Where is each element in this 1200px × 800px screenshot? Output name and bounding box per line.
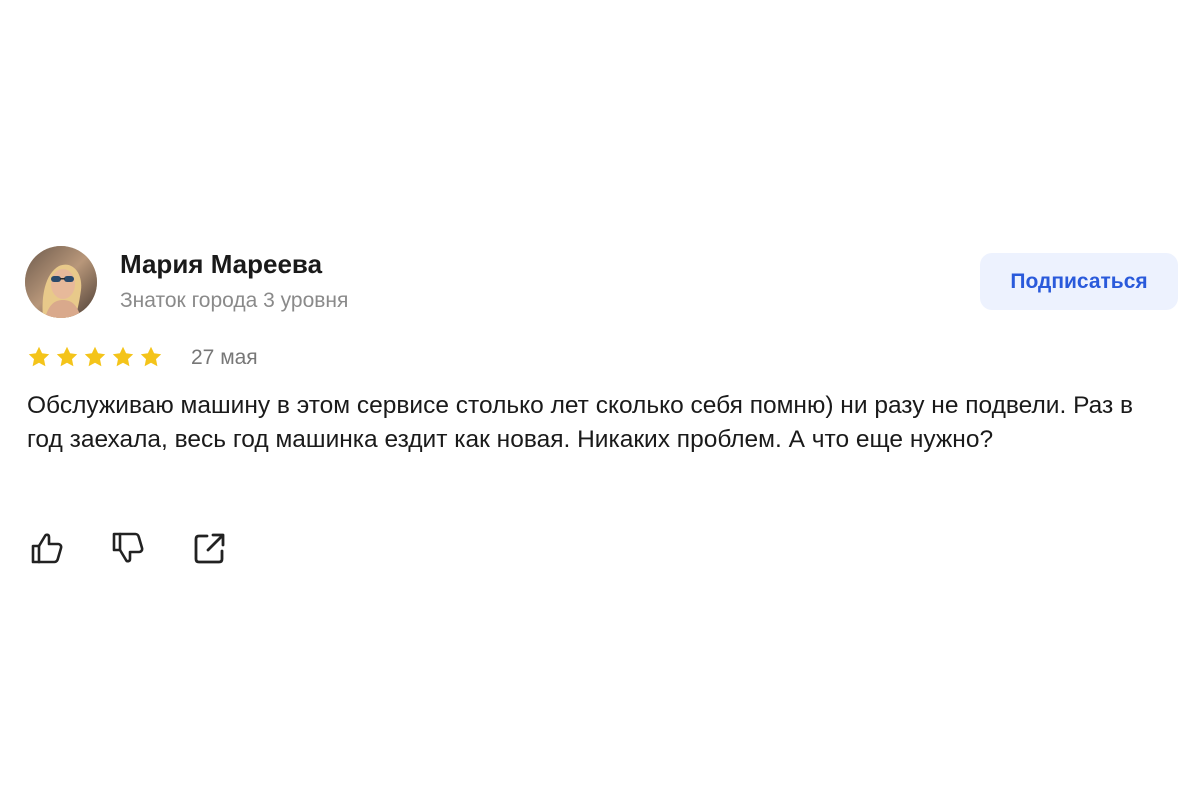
review-card: Мария Мареева Знаток города 3 уровня Под… [0,0,1200,800]
share-icon [194,533,225,564]
thumbs-down-icon [112,532,144,563]
star-icon [84,346,106,367]
star-icon [140,346,162,367]
subscribe-button[interactable]: Подписаться [980,253,1178,310]
user-photo-icon [25,246,97,318]
share-button[interactable] [190,528,230,568]
rating-stars [27,345,163,369]
star-icon [56,346,78,367]
author-level: Знаток города 3 уровня [120,289,349,312]
star-icon [28,346,50,367]
review-date: 27 мая [191,346,258,369]
avatar[interactable] [25,246,97,318]
thumbs-up-icon [31,533,63,564]
star-icon [112,346,134,367]
dislike-button[interactable] [109,528,149,568]
like-button[interactable] [28,528,68,568]
author-name[interactable]: Мария Мареева [120,249,322,280]
review-text: Обслуживаю машину в этом сервисе столько… [27,392,1134,453]
